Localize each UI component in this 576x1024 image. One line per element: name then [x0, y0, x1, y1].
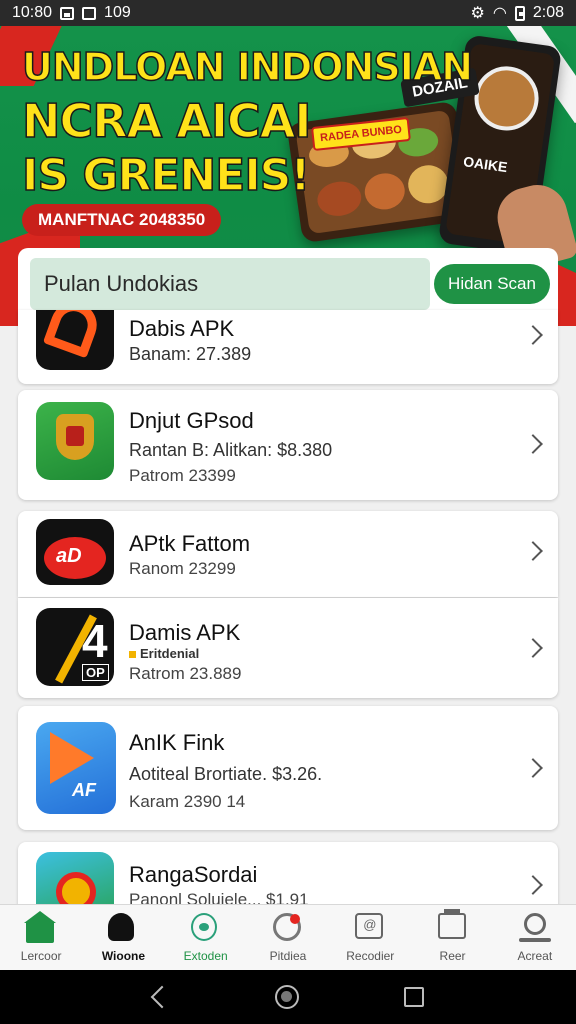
number-4-app-icon: 4 OP: [36, 608, 114, 686]
chevron-right-icon: [523, 758, 543, 778]
app-meta: Rantan B: Alitkan: $8.380: [129, 440, 333, 460]
chevron-right-icon: [523, 541, 543, 561]
orange-swoosh-app-icon: [36, 310, 114, 370]
banner-pill: MANFTNAC 2048350: [22, 204, 222, 236]
person-icon: [108, 913, 135, 941]
list-item[interactable]: APtk Fattom Ranom 23299: [18, 511, 558, 597]
status-left: 10:80 109: [12, 4, 131, 22]
app-name: Damis APK: [129, 620, 241, 645]
list-item[interactable]: Dnjut GPsod Rantan B: Alitkan: $8.380 Pa…: [18, 390, 558, 500]
app-meta: Karam 2390 14: [129, 792, 246, 811]
chevron-right-icon: [523, 434, 543, 454]
garuda-emblem-app-icon: [36, 402, 114, 480]
nav-label: Recodier: [346, 949, 395, 963]
list-item[interactable]: Dabis APK Banam: 27.389: [18, 310, 558, 384]
recents-icon[interactable]: [403, 987, 424, 1007]
system-nav-bar: [0, 970, 576, 1024]
nav-label: Reer: [439, 949, 466, 963]
search-button[interactable]: Hidan Scan: [434, 264, 550, 304]
message-box-icon: [355, 913, 384, 939]
back-icon[interactable]: [152, 986, 170, 1008]
list-item[interactable]: 4 OP Damis APK Eritdenial Ratrom 23.889: [18, 598, 558, 698]
app-name: APtk Fattom: [129, 531, 251, 556]
status-right-time: 2:08: [532, 4, 564, 21]
banner-title: UNDLOAN INDONSIAN NCRA AICAI IS GRENEIS!: [21, 45, 474, 201]
search-icon: [518, 913, 551, 942]
banner-title-line: IS GRENEIS!: [21, 150, 311, 201]
nav-label: Extoden: [183, 949, 228, 963]
play-arrow-app-icon: AF: [36, 722, 116, 814]
home-circle-icon[interactable]: [274, 985, 299, 1009]
app-meta: Aotiteal Brortiate. $3.26.: [129, 764, 323, 784]
image-icon: [60, 6, 75, 20]
nav-item-search[interactable]: Acreat: [494, 905, 576, 970]
app-name: AnIK Fink: [129, 730, 225, 755]
battery-icon: [514, 5, 525, 21]
banner-title-line: NCRA AICAI: [21, 94, 312, 148]
nav-item-message[interactable]: Recodier: [329, 905, 411, 970]
nav-item-drop[interactable]: Extoden: [165, 905, 247, 970]
app-name: RangaSordai: [129, 862, 258, 887]
gallery-icon: [82, 6, 97, 20]
app-name: Dnjut GPsod: [129, 408, 254, 433]
status-extra: 109: [104, 4, 131, 21]
app-screen: 10:80 109 ⚙ ◠ 2:08 OAIKE DOZAIL RADEA BU…: [0, 0, 576, 1024]
app-meta: Patrom 23399: [129, 466, 236, 485]
alarm-icon: ⚙: [470, 5, 485, 22]
chevron-right-icon: [523, 638, 543, 658]
chevron-right-icon: [523, 875, 543, 895]
app-name: Dabis APK: [129, 316, 235, 341]
red-ad-app-icon: [36, 519, 114, 585]
nav-item-person[interactable]: Wioone: [82, 905, 164, 970]
drop-icon: [190, 913, 217, 941]
ring-icon: [272, 913, 301, 941]
bottom-nav: Lercoor Wioone Extoden Pitdiea Recodier …: [0, 904, 576, 970]
app-meta: Ranom 23299: [129, 559, 236, 578]
folder-icon: [437, 909, 466, 939]
app-meta: Banam: 27.389: [129, 344, 252, 364]
status-bar: 10:80 109 ⚙ ◠ 2:08: [0, 0, 576, 26]
status-right: ⚙ ◠ 2:08: [471, 3, 564, 23]
nav-label: Wioone: [101, 949, 146, 963]
nav-label: Acreat: [517, 949, 553, 963]
nav-item-home[interactable]: Lercoor: [0, 905, 82, 970]
nav-label: Pitdiea: [269, 949, 307, 963]
chevron-right-icon: [523, 325, 543, 345]
home-icon: [24, 911, 57, 943]
wifi-icon: ◠: [492, 5, 507, 22]
app-meta: Ratrom 23.889: [129, 664, 242, 683]
search-input[interactable]: [30, 258, 430, 310]
list-item[interactable]: AF AnIK Fink Aotiteal Brortiate. $3.26. …: [18, 706, 558, 830]
nav-item-folder[interactable]: Reer: [411, 905, 493, 970]
banner-title-line: UNDLOAN INDONSIAN: [21, 45, 474, 89]
nav-item-ring[interactable]: Pitdiea: [247, 905, 329, 970]
app-badge: Eritdenial: [129, 646, 199, 661]
nav-label: Lercoor: [20, 949, 62, 963]
status-time: 10:80: [12, 4, 53, 21]
